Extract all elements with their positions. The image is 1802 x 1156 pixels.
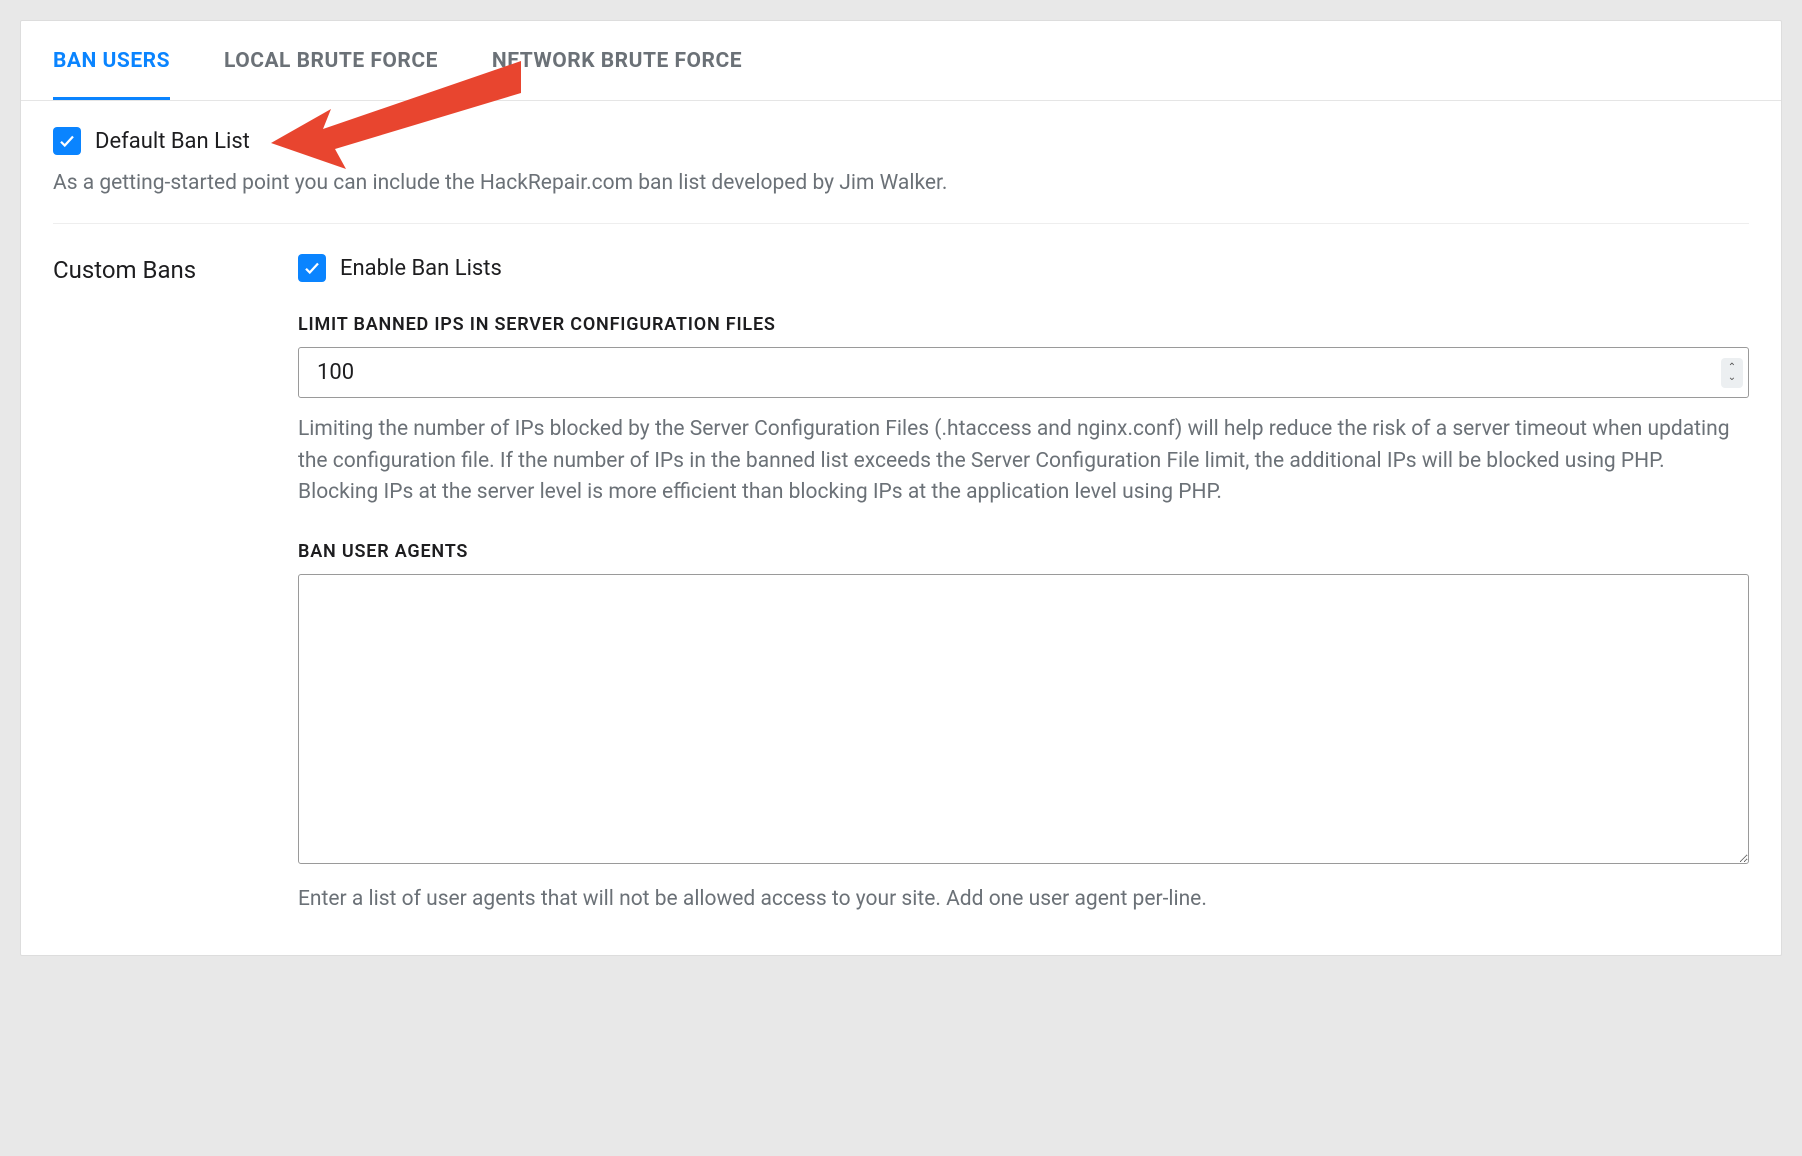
tab-network-brute-force[interactable]: NETWORK BRUTE FORCE xyxy=(492,21,742,100)
enable-ban-lists-label: Enable Ban Lists xyxy=(340,256,502,281)
ban-user-agents-help: Enter a list of user agents that will no… xyxy=(298,884,1749,916)
ban-user-agents-textarea[interactable] xyxy=(298,574,1749,864)
number-stepper[interactable]: ⌃ ⌄ xyxy=(1721,358,1743,388)
tab-ban-users[interactable]: BAN USERS xyxy=(53,21,170,100)
limit-banned-ips-help: Limiting the number of IPs blocked by th… xyxy=(298,414,1749,509)
tab-content: Default Ban List As a getting-started po… xyxy=(21,101,1781,955)
tab-bar: BAN USERS LOCAL BRUTE FORCE NETWORK BRUT… xyxy=(21,21,1781,101)
default-ban-list-description: As a getting-started point you can inclu… xyxy=(53,171,1749,195)
tab-local-brute-force[interactable]: LOCAL BRUTE FORCE xyxy=(224,21,438,100)
check-icon xyxy=(58,132,76,150)
enable-ban-lists-checkbox[interactable] xyxy=(298,254,326,282)
settings-panel: BAN USERS LOCAL BRUTE FORCE NETWORK BRUT… xyxy=(20,20,1782,956)
default-ban-list-row: Default Ban List xyxy=(53,127,1749,155)
chevron-down-icon: ⌄ xyxy=(1728,373,1736,383)
limit-banned-ips-label: LIMIT BANNED IPS IN SERVER CONFIGURATION… xyxy=(298,314,1749,335)
default-ban-list-checkbox[interactable] xyxy=(53,127,81,155)
limit-banned-ips-field-wrap: ⌃ ⌄ xyxy=(298,347,1749,398)
enable-ban-lists-row: Enable Ban Lists xyxy=(298,254,1749,282)
default-ban-list-label: Default Ban List xyxy=(95,129,250,154)
ban-user-agents-label: BAN USER AGENTS xyxy=(298,541,1749,562)
limit-banned-ips-input[interactable] xyxy=(298,347,1749,398)
check-icon xyxy=(303,259,321,277)
section-divider xyxy=(53,223,1749,224)
custom-bans-heading: Custom Bans xyxy=(53,254,298,284)
